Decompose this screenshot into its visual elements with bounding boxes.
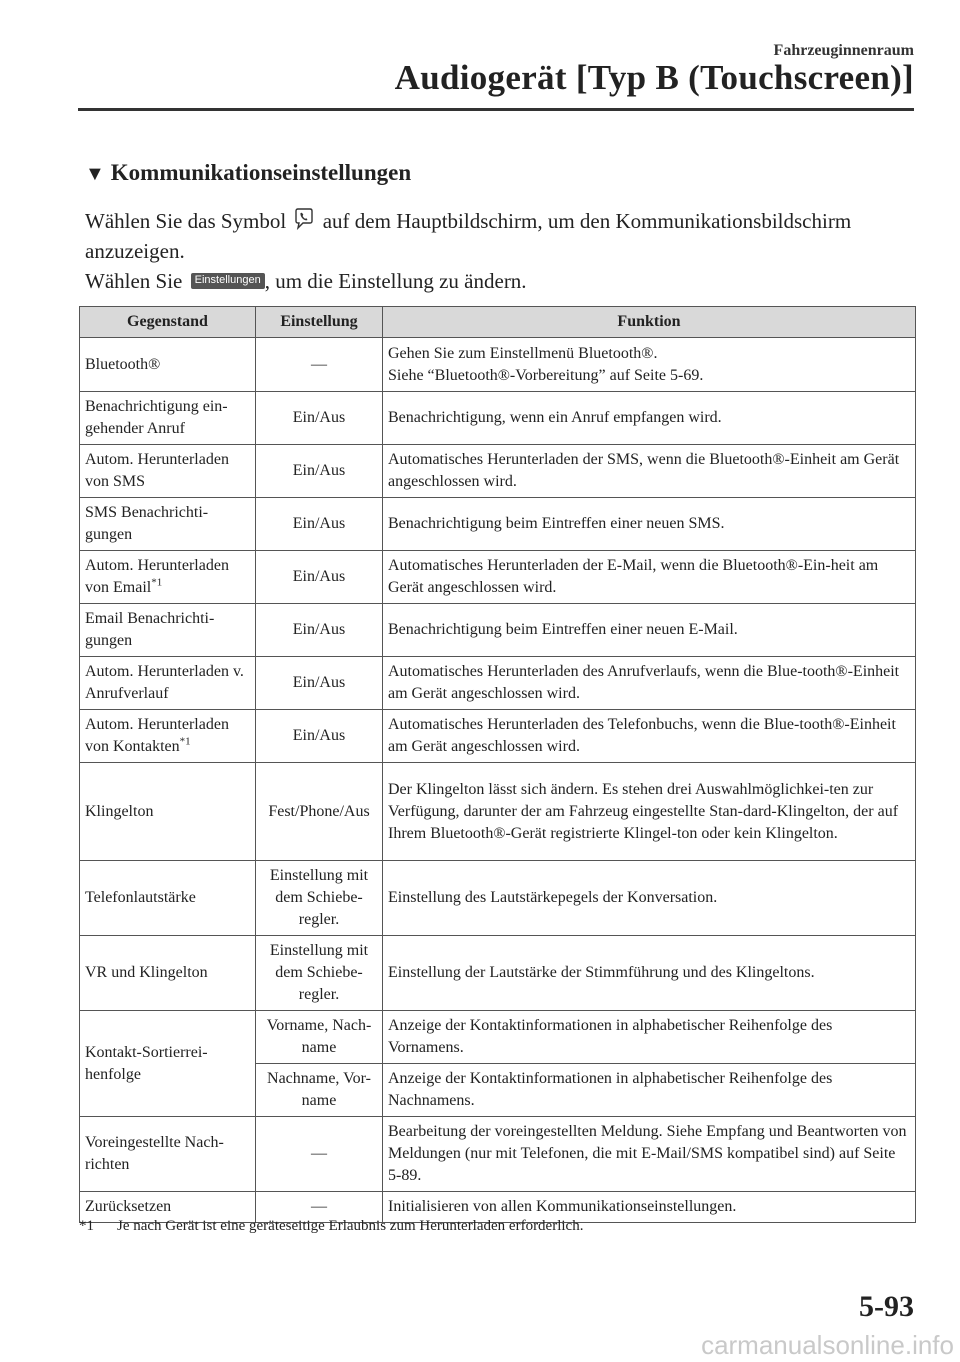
cell-item: VR und Klingelton: [79, 935, 256, 1011]
cell-function-line: Siehe “Bluetooth®-Vorbereitung” auf Seit…: [388, 366, 704, 384]
cell-setting: Ein/Aus: [255, 391, 383, 445]
intro-line2-after: , um die Einstellung zu ändern.: [264, 269, 527, 293]
running-header-title: Audiogerät [Typ B (Touchscreen)]: [394, 58, 914, 97]
cell-item: Klingelton: [79, 762, 256, 861]
footnote-text: Je nach Gerät ist eine geräteseitige Erl…: [117, 1218, 584, 1234]
page-number: 5-93: [859, 1290, 914, 1323]
column-header-item: Gegenstand: [79, 306, 256, 338]
cell-item: Email Benachrichti-gungen: [79, 603, 256, 657]
column-header-function: Funktion: [382, 306, 916, 338]
table-row: Bluetooth® — Gehen Sie zum Einstellmenü …: [79, 337, 916, 392]
table-header-row: Gegenstand Einstellung Funktion: [79, 306, 916, 338]
table-row: VR und Klingelton Einstellung mit dem Sc…: [79, 935, 916, 1011]
table-row: Autom. Herunterladen von Email*1 Ein/Aus…: [79, 550, 916, 604]
settings-table: Gegenstand Einstellung Funktion Bluetoot…: [79, 306, 916, 1223]
cell-function: Automatisches Herunterladen des Anrufver…: [382, 656, 916, 710]
section-heading: ▼ Kommunikationseinstellungen: [85, 160, 411, 186]
cell-function: Anzeige der Kontaktinformationen in alph…: [382, 1010, 916, 1064]
cell-setting: Nachname, Vor-name: [255, 1063, 383, 1117]
footnote-mark: *1: [79, 1218, 94, 1234]
table-row: SMS Benachrichti-gungen Ein/Aus Benachri…: [79, 497, 916, 551]
footnote: *1 Je nach Gerät ist eine geräteseitige E…: [79, 1218, 583, 1235]
column-header-setting: Einstellung: [255, 306, 383, 338]
cell-item: Autom. Herunterladen von Email*1: [79, 550, 256, 604]
cell-function: Bearbeitung der voreingestellten Meldung…: [382, 1116, 916, 1192]
intro-paragraph-2: Wählen Sie Einstellungen, um die Einstel…: [85, 266, 915, 296]
cell-setting: —: [255, 337, 383, 392]
intro-line1-before: Wählen Sie das Symbol: [85, 209, 287, 233]
table-row: Voreingestellte Nach-richten — Bearbeitu…: [79, 1116, 916, 1192]
cell-function: Automatisches Herunterladen der E-Mail, …: [382, 550, 916, 604]
cell-setting: Ein/Aus: [255, 603, 383, 657]
cell-setting: Ein/Aus: [255, 497, 383, 551]
cell-function: Der Klingelton lässt sich ändern. Es ste…: [382, 762, 916, 861]
cell-setting: —: [255, 1116, 383, 1192]
table-row: Telefonlautstärke Einstellung mit dem Sc…: [79, 860, 916, 936]
down-triangle-icon: ▼: [85, 163, 105, 185]
cell-function: Benachrichtigung beim Eintreffen einer n…: [382, 603, 916, 657]
cell-setting: Fest/Phone/Aus: [255, 762, 383, 861]
intro-text: Wählen Sie das Symbol auf dem Hauptbilds…: [85, 206, 915, 296]
cell-item: Autom. Herunterladen von Kontakten*1: [79, 709, 256, 763]
header-divider: [78, 108, 914, 111]
cell-function: Einstellung des Lautstärkepegels der Kon…: [382, 860, 916, 936]
cell-item-text: Autom. Herunterladen von Kontakten: [85, 716, 229, 755]
table-row: Klingelton Fest/Phone/Aus Der Klingelton…: [79, 762, 916, 861]
phone-speech-bubble-icon: [293, 208, 315, 232]
cell-function: Anzeige der Kontaktinformationen in alph…: [382, 1063, 916, 1117]
cell-setting: Vorname, Nach-name: [255, 1010, 383, 1064]
cell-setting: Ein/Aus: [255, 550, 383, 604]
cell-function: Automatisches Herunterladen der SMS, wen…: [382, 444, 916, 498]
footnote-ref: *1: [179, 735, 191, 748]
cell-item: Benachrichtigung ein-gehender Anruf: [79, 391, 256, 445]
footnote-ref: *1: [151, 576, 163, 589]
cell-function: Einstellung der Lautstärke der Stimmführ…: [382, 935, 916, 1011]
table-row: Kontakt-Sortierrei-henfolge Vorname, Nac…: [79, 1010, 916, 1117]
cell-function: Benachrichtigung beim Eintreffen einer n…: [382, 497, 916, 551]
settings-button-image: Einstellungen: [190, 273, 265, 289]
cell-setting: Ein/Aus: [255, 709, 383, 763]
watermark: carmanualsonline.info: [701, 1330, 954, 1360]
cell-function: Benachrichtigung, wenn ein Anruf empfang…: [382, 391, 916, 445]
cell-item: Telefonlautstärke: [79, 860, 256, 936]
cell-setting: Einstellung mit dem Schiebe-regler.: [255, 935, 383, 1011]
table-row: Autom. Herunterladen von Kontakten*1 Ein…: [79, 709, 916, 763]
cell-function-line: Gehen Sie zum Einstellmenü Bluetooth®.: [388, 344, 658, 362]
cell-item: Bluetooth®: [79, 337, 256, 392]
table-row: Autom. Herunterladen v. Anrufverlauf Ein…: [79, 656, 916, 710]
cell-item: Autom. Herunterladen von SMS: [79, 444, 256, 498]
cell-item: Voreingestellte Nach-richten: [79, 1116, 256, 1192]
table-row: Benachrichtigung ein-gehender Anruf Ein/…: [79, 391, 916, 445]
cell-item: Kontakt-Sortierrei-henfolge: [79, 1010, 256, 1117]
table-row: Autom. Herunterladen von SMS Ein/Aus Aut…: [79, 444, 916, 498]
table-row: Email Benachrichti-gungen Ein/Aus Benach…: [79, 603, 916, 657]
intro-line2-before: Wählen Sie: [85, 269, 183, 293]
cell-item: Autom. Herunterladen v. Anrufverlauf: [79, 656, 256, 710]
cell-setting: Ein/Aus: [255, 444, 383, 498]
cell-function: Gehen Sie zum Einstellmenü Bluetooth®. S…: [382, 337, 916, 392]
cell-item: SMS Benachrichti-gungen: [79, 497, 256, 551]
cell-function: Automatisches Herunterladen des Telefonb…: [382, 709, 916, 763]
intro-paragraph-1: Wählen Sie das Symbol auf dem Hauptbilds…: [85, 206, 915, 266]
cell-setting: Einstellung mit dem Schiebe-regler.: [255, 860, 383, 936]
cell-setting: Ein/Aus: [255, 656, 383, 710]
section-heading-text: Kommunikationseinstellungen: [110, 160, 412, 185]
